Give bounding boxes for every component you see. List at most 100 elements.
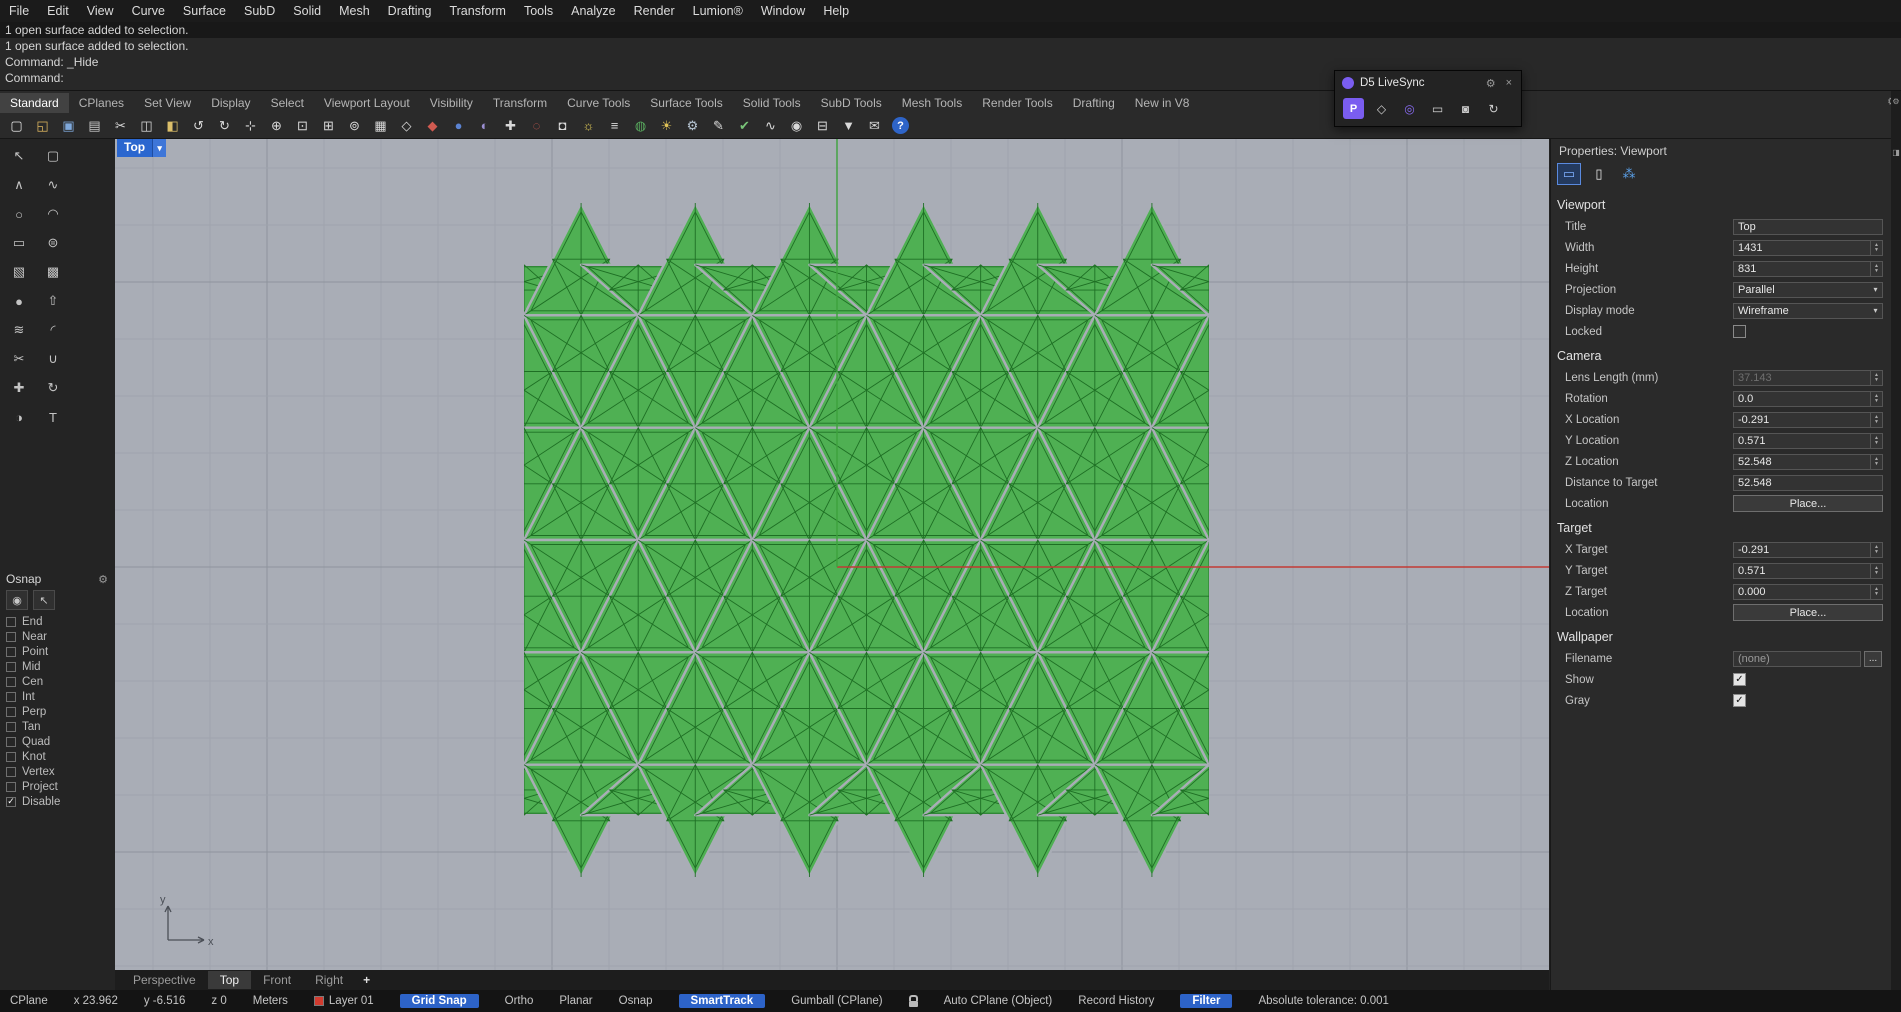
- menu-item-surface[interactable]: Surface: [174, 1, 235, 21]
- osnap-tracking-icon[interactable]: ◉: [6, 590, 28, 610]
- status-grid-snap[interactable]: Grid Snap: [400, 994, 479, 1008]
- toolbar-tab-mesh-tools[interactable]: Mesh Tools: [892, 93, 972, 113]
- menu-item-render[interactable]: Render: [625, 1, 684, 21]
- toolbar-tab-curve-tools[interactable]: Curve Tools: [557, 93, 640, 113]
- toolbar-tab-drafting[interactable]: Drafting: [1063, 93, 1125, 113]
- gears-icon[interactable]: ⚙: [680, 115, 705, 137]
- menu-item-edit[interactable]: Edit: [38, 1, 78, 21]
- checkbox-tan[interactable]: [6, 722, 16, 732]
- menu-item-curve[interactable]: Curve: [123, 1, 174, 21]
- checkbox-quad[interactable]: [6, 737, 16, 747]
- prop-gray-checkbox[interactable]: ✓: [1733, 694, 1746, 707]
- new-file-icon[interactable]: ▢: [4, 115, 29, 137]
- osnap-option-perp[interactable]: Perp: [0, 704, 115, 719]
- toolbar-tab-new-in-v8[interactable]: New in V8: [1125, 93, 1200, 113]
- spinner[interactable]: ▲▼: [1870, 262, 1882, 276]
- trim-icon[interactable]: ✂: [6, 347, 32, 371]
- osnap-cursor-icon[interactable]: ↖: [33, 590, 55, 610]
- status-ortho[interactable]: Ortho: [505, 995, 534, 1007]
- toolbar-tab-subd-tools[interactable]: SubD Tools: [811, 93, 892, 113]
- checkbox-cen[interactable]: [6, 677, 16, 687]
- cut-icon[interactable]: ✂: [108, 115, 133, 137]
- prop-display-mode-field[interactable]: Wireframe▾: [1733, 303, 1883, 319]
- prop-filename-field[interactable]: (none): [1733, 651, 1861, 667]
- viewport-tab-top[interactable]: Top: [208, 971, 251, 989]
- status-lock[interactable]: [909, 995, 918, 1007]
- status-auto-cplane-object[interactable]: Auto CPlane (Object): [944, 995, 1053, 1007]
- status-filter[interactable]: Filter: [1180, 994, 1232, 1008]
- check-icon[interactable]: ✔: [732, 115, 757, 137]
- redo-icon[interactable]: ↻: [212, 115, 237, 137]
- loft-icon[interactable]: ≋: [6, 318, 32, 342]
- osnap-option-quad[interactable]: Quad: [0, 734, 115, 749]
- spinner[interactable]: ▲▼: [1870, 434, 1882, 448]
- menu-item-mesh[interactable]: Mesh: [330, 1, 379, 21]
- ellipse-icon[interactable]: ⊜: [40, 231, 66, 255]
- rendered-display-icon[interactable]: ●: [446, 115, 471, 137]
- copy-icon[interactable]: ◫: [134, 115, 159, 137]
- toolbar-tab-select[interactable]: Select: [261, 93, 314, 113]
- osnap-option-end[interactable]: End: [0, 614, 115, 629]
- menu-item-subd[interactable]: SubD: [235, 1, 284, 21]
- checkbox-vertex[interactable]: [6, 767, 16, 777]
- menu-item-analyze[interactable]: Analyze: [562, 1, 624, 21]
- viewport-tab-perspective[interactable]: Perspective: [121, 971, 208, 989]
- prop-x-target-field[interactable]: -0.291▲▼: [1733, 542, 1883, 558]
- text-icon[interactable]: T: [40, 405, 66, 429]
- prop-height-field[interactable]: 831▲▼: [1733, 261, 1883, 277]
- zoom-extents-icon[interactable]: ⊞: [316, 115, 341, 137]
- add-viewport-tab[interactable]: +: [355, 971, 378, 989]
- osnap-option-near[interactable]: Near: [0, 629, 115, 644]
- osnap-option-knot[interactable]: Knot: [0, 749, 115, 764]
- spinner[interactable]: ▲▼: [1870, 413, 1882, 427]
- paste-icon[interactable]: ◧: [160, 115, 185, 137]
- undo-icon[interactable]: ↺: [186, 115, 211, 137]
- prop-y-location-field[interactable]: 0.571▲▼: [1733, 433, 1883, 449]
- menu-item-solid[interactable]: Solid: [284, 1, 330, 21]
- menu-item-view[interactable]: View: [78, 1, 123, 21]
- osnap-option-tan[interactable]: Tan: [0, 719, 115, 734]
- select-pointer-icon[interactable]: ↖: [6, 144, 32, 168]
- panel-options-icon[interactable]: ◨: [1892, 148, 1900, 157]
- menu-item-window[interactable]: Window: [752, 1, 814, 21]
- menu-item-transform[interactable]: Transform: [440, 1, 515, 21]
- spinner[interactable]: ▲▼: [1870, 241, 1882, 255]
- checkbox-int[interactable]: [6, 692, 16, 702]
- prop-x-location-field[interactable]: -0.291▲▼: [1733, 412, 1883, 428]
- wireframe-display-icon[interactable]: ◇: [394, 115, 419, 137]
- zoom-dynamic-icon[interactable]: ⊕: [264, 115, 289, 137]
- viewport-drawing[interactable]: yx: [115, 139, 1549, 970]
- spinner[interactable]: ▲▼: [1870, 455, 1882, 469]
- d5-app-button[interactable]: P: [1343, 98, 1364, 119]
- prop-z-target-field[interactable]: 0.000▲▼: [1733, 584, 1883, 600]
- extrude-icon[interactable]: ⇧: [40, 289, 66, 313]
- script-editor-icon[interactable]: ✎: [706, 115, 731, 137]
- toolbar-tab-set-view[interactable]: Set View: [134, 93, 201, 113]
- checkbox-project[interactable]: [6, 782, 16, 792]
- status-osnap[interactable]: Osnap: [619, 995, 653, 1007]
- prop-location-button[interactable]: Place...: [1733, 604, 1883, 621]
- fillet-icon[interactable]: ◜: [40, 318, 66, 342]
- sun-icon[interactable]: ☀: [654, 115, 679, 137]
- prop-width-field[interactable]: 1431▲▼: [1733, 240, 1883, 256]
- move-icon[interactable]: ✚: [498, 115, 523, 137]
- status-planar[interactable]: Planar: [559, 995, 592, 1007]
- status-gumball-cplane[interactable]: Gumball (CPlane): [791, 995, 882, 1007]
- spinner[interactable]: ▲▼: [1870, 543, 1882, 557]
- livesync-status-icon[interactable]: ◎: [1399, 98, 1420, 119]
- toolbar-tab-cplanes[interactable]: CPlanes: [69, 93, 134, 113]
- smarttrack-icon[interactable]: ∿: [758, 115, 783, 137]
- sync-model-icon[interactable]: ◇: [1371, 98, 1392, 119]
- spinner[interactable]: ▲▼: [1870, 585, 1882, 599]
- screenshot-icon[interactable]: ◙: [1455, 98, 1476, 119]
- checkbox-point[interactable]: [6, 647, 16, 657]
- toolbar-tab-solid-tools[interactable]: Solid Tools: [733, 93, 811, 113]
- toolbar-tab-render-tools[interactable]: Render Tools: [972, 93, 1063, 113]
- prop-title-field[interactable]: Top: [1733, 219, 1883, 235]
- rotate-tool-icon[interactable]: ↻: [40, 376, 66, 400]
- command-input[interactable]: Command:: [0, 70, 1901, 86]
- prop-z-location-field[interactable]: 52.548▲▼: [1733, 454, 1883, 470]
- help-icon[interactable]: ?: [892, 117, 909, 134]
- toolbar-tab-viewport-layout[interactable]: Viewport Layout: [314, 93, 420, 113]
- viewport-tab-right[interactable]: Right: [303, 971, 355, 989]
